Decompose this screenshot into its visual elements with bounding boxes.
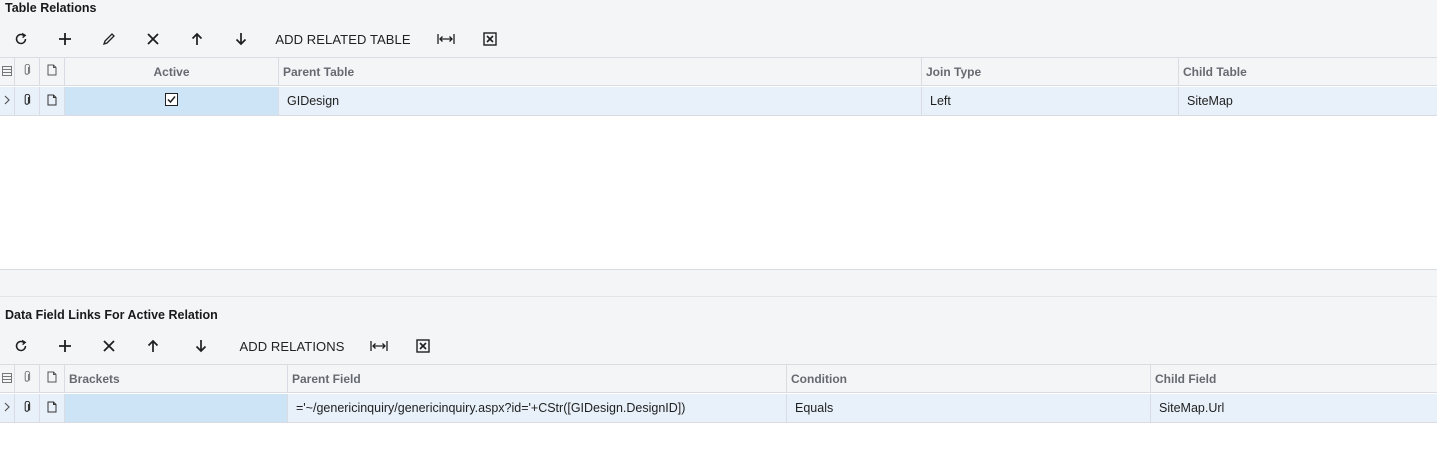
child-table-cell[interactable]: SiteMap	[1179, 87, 1437, 115]
add-relations-label: ADD RELATIONS	[239, 338, 345, 354]
relations-title: Table Relations	[5, 1, 97, 15]
notes-header[interactable]	[40, 58, 65, 85]
files-header[interactable]	[15, 58, 40, 85]
links-grid-empty	[0, 423, 1437, 463]
pencil-icon	[102, 32, 116, 46]
column-header-active[interactable]: Active	[65, 58, 279, 85]
row-expander[interactable]	[0, 87, 15, 115]
arrow-down-icon	[195, 339, 207, 353]
refresh-button[interactable]	[9, 24, 33, 54]
links-grid-header: Brackets Parent Field Condition Child Fi…	[0, 364, 1437, 393]
note-icon	[47, 64, 57, 79]
parent-table-cell[interactable]: GIDesign	[279, 87, 922, 115]
excel-icon	[416, 339, 430, 353]
edit-button[interactable]	[97, 24, 121, 54]
row-selector-header[interactable]	[0, 365, 15, 392]
files-header[interactable]	[15, 365, 40, 392]
add-related-table-label: ADD RELATED TABLE	[275, 31, 411, 47]
relations-header: Table Relations ADD RELATED TABLE	[0, 0, 1437, 57]
fit-columns-icon	[370, 340, 388, 352]
brackets-cell[interactable]	[65, 394, 288, 422]
arrow-down-icon	[235, 32, 247, 46]
row-expander[interactable]	[0, 394, 15, 422]
join-type-cell[interactable]: Left	[922, 87, 1179, 115]
delete-button[interactable]	[141, 24, 165, 54]
excel-icon	[483, 32, 497, 46]
arrow-up-icon	[147, 339, 159, 353]
relations-grid-empty	[0, 116, 1437, 269]
note-icon	[47, 94, 57, 109]
active-cell[interactable]	[65, 87, 279, 115]
note-icon	[47, 371, 57, 386]
x-icon	[147, 33, 159, 45]
row-notes[interactable]	[40, 394, 65, 422]
column-header-child-field[interactable]: Child Field	[1151, 365, 1437, 392]
relations-toolbar: ADD RELATED TABLE	[0, 24, 1437, 54]
refresh-icon	[14, 339, 28, 353]
rows-icon	[2, 65, 12, 79]
export-excel-button[interactable]	[478, 24, 502, 54]
column-header-parent-table[interactable]: Parent Table	[279, 58, 922, 85]
links-header: Data Field Links For Active Relation ADD…	[0, 297, 1437, 364]
fit-columns-button[interactable]	[367, 331, 391, 361]
x-icon	[103, 340, 115, 352]
notes-header[interactable]	[40, 365, 65, 392]
move-up-button[interactable]	[141, 331, 165, 361]
rows-icon	[2, 372, 12, 386]
child-field-cell[interactable]: SiteMap.Url	[1151, 394, 1437, 422]
row-files[interactable]	[15, 394, 40, 422]
paperclip-icon	[23, 400, 31, 416]
move-up-button[interactable]	[185, 24, 209, 54]
refresh-button[interactable]	[9, 331, 33, 361]
column-header-brackets[interactable]: Brackets	[65, 365, 288, 392]
chevron-right-icon	[4, 401, 10, 415]
fit-columns-icon	[437, 33, 455, 45]
paperclip-icon	[23, 93, 31, 109]
relations-grid-header: Active Parent Table Join Type Child Tabl…	[0, 57, 1437, 86]
paperclip-icon	[23, 370, 31, 386]
row-files[interactable]	[15, 87, 40, 115]
column-header-child-table[interactable]: Child Table	[1179, 58, 1437, 85]
column-header-parent-field[interactable]: Parent Field	[288, 365, 787, 392]
note-icon	[47, 401, 57, 416]
move-down-button[interactable]	[229, 24, 253, 54]
add-relations-button[interactable]: ADD RELATIONS	[236, 331, 348, 361]
refresh-icon	[14, 32, 28, 46]
links-title: Data Field Links For Active Relation	[5, 308, 218, 322]
active-checkbox[interactable]	[165, 93, 178, 109]
move-down-button[interactable]	[189, 331, 213, 361]
condition-cell[interactable]: Equals	[787, 394, 1151, 422]
table-row[interactable]: GIDesign Left SiteMap	[0, 87, 1437, 116]
table-row[interactable]: ='~/genericinquiry/genericinquiry.aspx?i…	[0, 394, 1437, 423]
add-row-button[interactable]	[53, 331, 77, 361]
section-divider	[0, 269, 1437, 297]
row-notes[interactable]	[40, 87, 65, 115]
delete-button[interactable]	[97, 331, 121, 361]
chevron-right-icon	[4, 94, 10, 108]
plus-icon	[58, 339, 72, 353]
add-row-button[interactable]	[53, 24, 77, 54]
column-header-join-type[interactable]: Join Type	[922, 58, 1179, 85]
add-related-table-button[interactable]: ADD RELATED TABLE	[272, 24, 414, 54]
paperclip-icon	[23, 63, 31, 79]
parent-field-cell[interactable]: ='~/genericinquiry/genericinquiry.aspx?i…	[288, 394, 787, 422]
fit-columns-button[interactable]	[434, 24, 458, 54]
links-toolbar: ADD RELATIONS	[0, 331, 1437, 361]
plus-icon	[58, 32, 72, 46]
export-excel-button[interactable]	[411, 331, 435, 361]
arrow-up-icon	[191, 32, 203, 46]
column-header-condition[interactable]: Condition	[787, 365, 1151, 392]
row-selector-header[interactable]	[0, 58, 15, 85]
